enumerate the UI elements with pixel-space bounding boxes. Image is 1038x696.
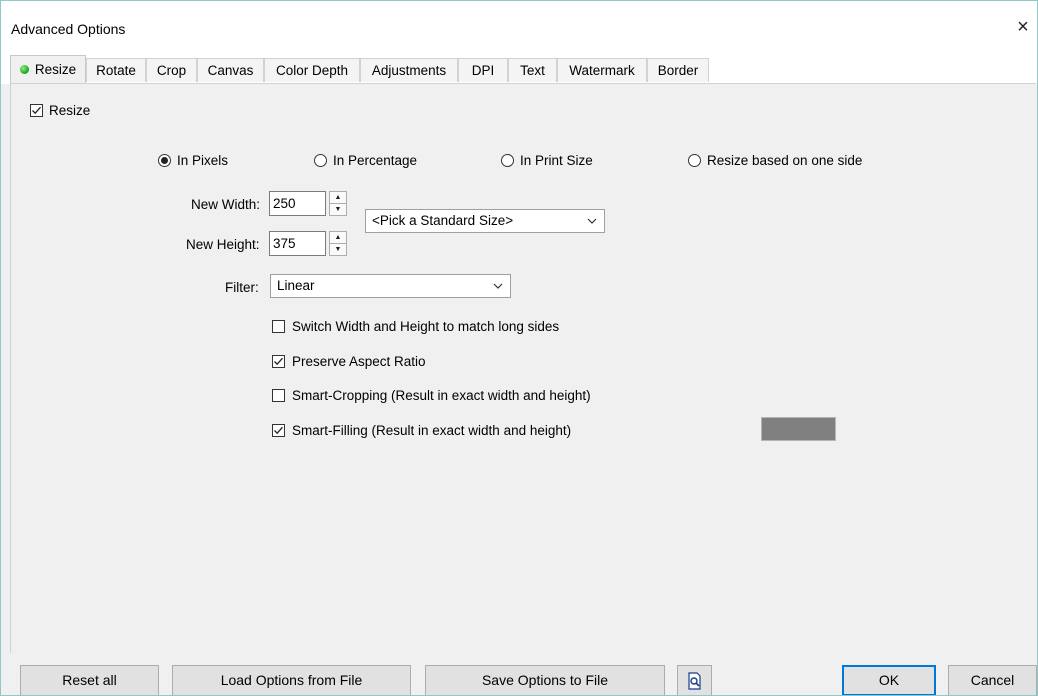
radio-in-percentage[interactable]	[314, 154, 327, 167]
tab-watermark[interactable]: Watermark	[557, 58, 647, 82]
new-height-label: New Height:	[186, 237, 260, 252]
tab-adjustments[interactable]: Adjustments	[360, 58, 458, 82]
smart-cropping-checkbox[interactable]	[272, 389, 285, 402]
tab-rotate[interactable]: Rotate	[86, 58, 146, 82]
new-width-label: New Width:	[191, 197, 261, 212]
tab-resize[interactable]: Resize	[10, 55, 86, 84]
close-icon[interactable]: ×	[1013, 15, 1033, 39]
preserve-aspect-checkbox[interactable]	[272, 355, 285, 368]
preview-magnifier-icon	[687, 672, 701, 690]
stepper-up-icon[interactable]: ▲	[330, 232, 346, 244]
tab-bar: Resize Rotate Crop Canvas Color Depth Ad…	[1, 51, 1037, 84]
stepper-down-icon[interactable]: ▼	[330, 204, 346, 215]
tab-label: Canvas	[207, 63, 254, 78]
radio-label-one-side: Resize based on one side	[707, 153, 863, 168]
filter-label: Filter:	[225, 280, 259, 295]
tab-canvas[interactable]: Canvas	[197, 58, 264, 82]
advanced-options-dialog: Advanced Options × Resize Rotate Crop Ca…	[0, 0, 1038, 696]
radio-one-side[interactable]	[688, 154, 701, 167]
tab-label: DPI	[471, 63, 495, 78]
new-height-input[interactable]: 375	[269, 231, 326, 256]
preserve-aspect-label: Preserve Aspect Ratio	[292, 354, 426, 369]
chevron-down-icon	[587, 218, 597, 224]
radio-label-in-percentage: In Percentage	[333, 153, 418, 168]
tab-color-depth[interactable]: Color Depth	[264, 58, 360, 82]
ok-button[interactable]: OK	[842, 665, 936, 695]
new-height-stepper[interactable]: ▲ ▼	[329, 231, 347, 256]
tab-label: Resize	[34, 62, 77, 77]
resize-enable-label: Resize	[49, 103, 91, 118]
cancel-button[interactable]: Cancel	[948, 665, 1037, 695]
smart-filling-checkbox[interactable]	[272, 424, 285, 437]
tab-label: Adjustments	[371, 63, 447, 78]
tab-label: Color Depth	[275, 63, 349, 78]
new-width-input[interactable]: 250	[269, 191, 326, 216]
title-bar: Advanced Options ×	[1, 1, 1037, 51]
radio-label-in-pixels: In Pixels	[177, 153, 229, 168]
tab-label: Crop	[156, 63, 187, 78]
save-options-button[interactable]: Save Options to File	[425, 665, 665, 695]
tab-border[interactable]: Border	[647, 58, 709, 82]
tab-label: Watermark	[569, 63, 635, 78]
radio-in-print-size[interactable]	[501, 154, 514, 167]
tab-crop[interactable]: Crop	[146, 58, 197, 82]
resize-panel	[10, 83, 1036, 653]
filter-dropdown[interactable]: Linear	[270, 274, 511, 298]
stepper-up-icon[interactable]: ▲	[330, 192, 346, 204]
reset-all-button[interactable]: Reset all	[20, 665, 159, 695]
fill-color-swatch[interactable]	[761, 417, 836, 441]
tab-label: Rotate	[96, 63, 136, 78]
stepper-down-icon[interactable]: ▼	[330, 244, 346, 255]
switch-sides-checkbox[interactable]	[272, 320, 285, 333]
chevron-down-icon	[493, 283, 503, 289]
radio-in-pixels[interactable]	[158, 154, 171, 167]
tab-label: Text	[520, 63, 545, 78]
switch-sides-label: Switch Width and Height to match long si…	[292, 319, 560, 334]
preview-button[interactable]	[677, 665, 712, 695]
resize-enable-checkbox[interactable]	[30, 104, 43, 117]
active-status-icon	[19, 65, 29, 74]
load-options-button[interactable]: Load Options from File	[172, 665, 411, 695]
smart-cropping-label: Smart-Cropping (Result in exact width an…	[292, 388, 591, 403]
tab-text[interactable]: Text	[508, 58, 557, 82]
standard-size-dropdown[interactable]: <Pick a Standard Size>	[365, 209, 605, 233]
standard-size-value: <Pick a Standard Size>	[372, 213, 514, 228]
smart-filling-label: Smart-Filling (Result in exact width and…	[292, 423, 572, 438]
tab-label: Border	[657, 63, 699, 78]
window-title: Advanced Options	[11, 21, 126, 37]
radio-label-in-print-size: In Print Size	[520, 153, 593, 168]
filter-value: Linear	[277, 278, 315, 293]
new-width-stepper[interactable]: ▲ ▼	[329, 191, 347, 216]
tab-dpi[interactable]: DPI	[458, 58, 508, 82]
